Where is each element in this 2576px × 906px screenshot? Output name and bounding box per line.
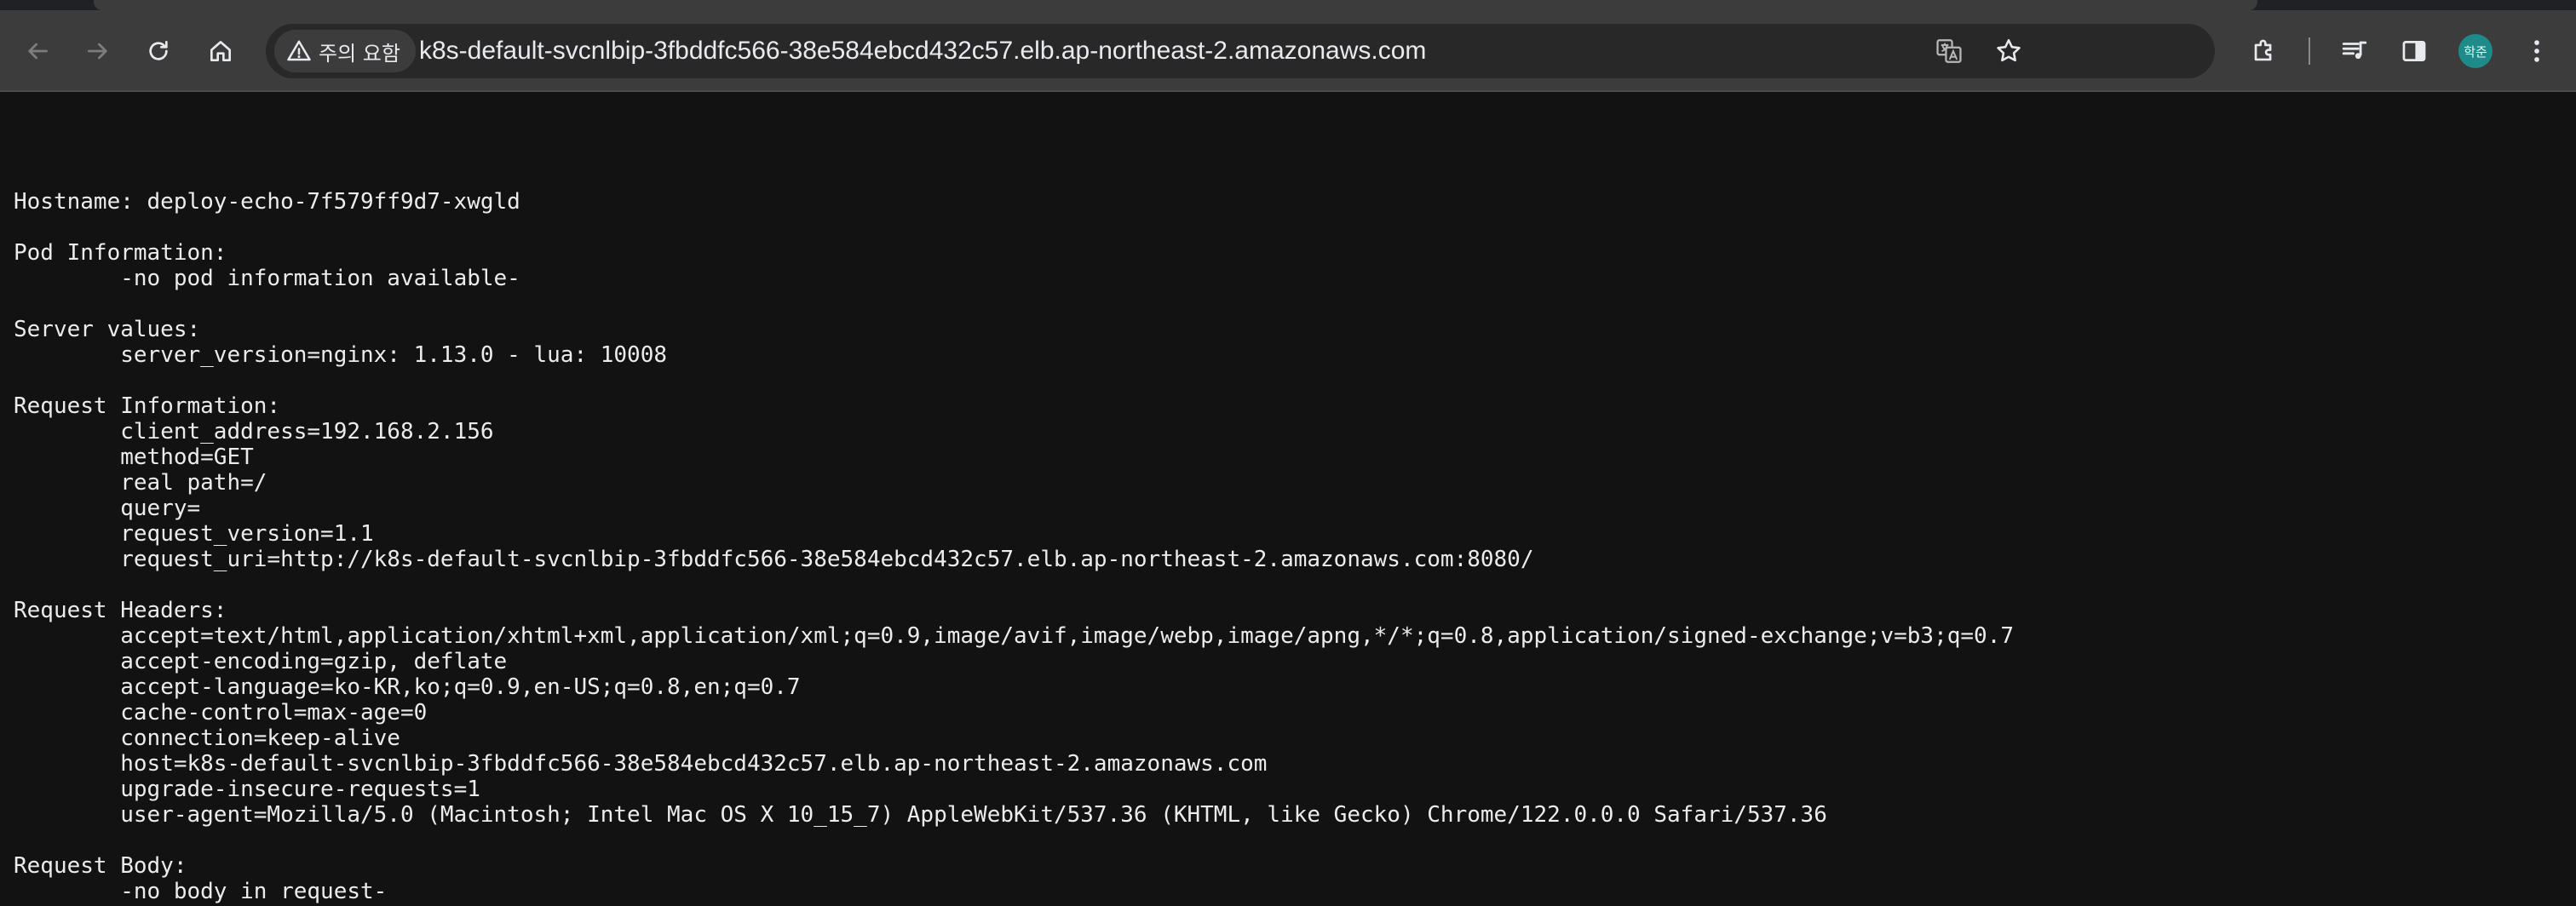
- translate-icon: [1936, 39, 1962, 63]
- home-button[interactable]: [202, 32, 239, 70]
- extensions-button[interactable]: [2245, 32, 2283, 70]
- warning-triangle-icon: [287, 40, 311, 61]
- browser-toolbar: 주의 요함 k8s-default-svcnlbip-3fbddfc566-38…: [0, 0, 2576, 92]
- page-content: Hostname: deploy-echo-7f579ff9d7-xwgld P…: [0, 92, 2576, 906]
- reload-icon: [149, 41, 168, 60]
- security-indicator[interactable]: 주의 요함: [274, 30, 416, 72]
- security-label: 주의 요함: [319, 41, 400, 66]
- queue-music-icon: [2342, 41, 2367, 60]
- echo-server-output: Hostname: deploy-echo-7f579ff9d7-xwgld P…: [14, 189, 2015, 904]
- url-text[interactable]: k8s-default-svcnlbip-3fbddfc566-38e584eb…: [419, 24, 1426, 78]
- toolbar-divider: [2309, 37, 2310, 65]
- puzzle-icon: [2254, 39, 2272, 61]
- arrow-left-icon: [28, 43, 48, 60]
- tab-strip: [0, 0, 2576, 10]
- active-tab[interactable]: [94, 0, 2257, 10]
- profile-avatar[interactable]: 학준: [2458, 34, 2493, 68]
- reload-button[interactable]: [140, 32, 177, 70]
- side-panel-icon: [2402, 41, 2426, 61]
- back-button[interactable]: [19, 32, 56, 70]
- forward-button[interactable]: [79, 32, 117, 70]
- reading-list-button[interactable]: [2336, 32, 2373, 70]
- home-icon: [210, 41, 231, 61]
- translate-button[interactable]: [1934, 36, 1964, 66]
- kebab-menu-icon: [2534, 40, 2539, 62]
- side-panel-button[interactable]: [2395, 32, 2433, 70]
- address-bar[interactable]: 주의 요함 k8s-default-svcnlbip-3fbddfc566-38…: [266, 24, 2215, 78]
- bookmark-button[interactable]: [1993, 36, 2024, 66]
- browser-menu-button[interactable]: [2518, 32, 2556, 70]
- arrow-right-icon: [88, 43, 107, 60]
- star-icon: [1997, 38, 2021, 62]
